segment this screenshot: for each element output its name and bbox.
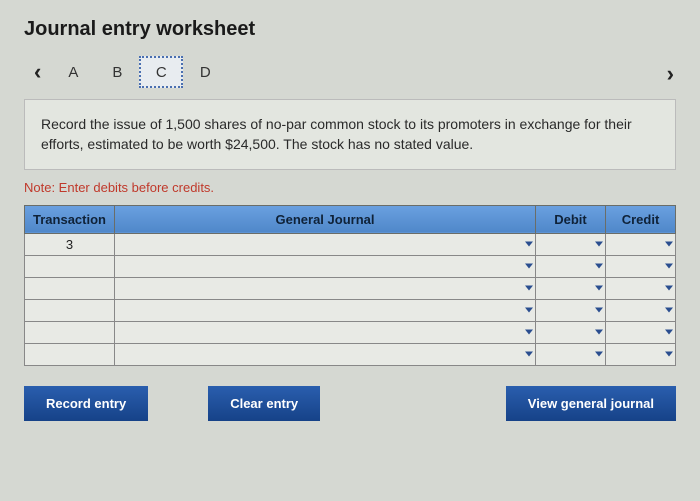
cell-debit[interactable] bbox=[536, 343, 606, 365]
clear-entry-button[interactable]: Clear entry bbox=[208, 386, 320, 421]
cell-debit[interactable] bbox=[536, 299, 606, 321]
tabs-row: ‹ A B C D › bbox=[24, 55, 676, 89]
cell-debit[interactable] bbox=[536, 255, 606, 277]
cell-gj[interactable] bbox=[115, 255, 536, 277]
cell-gj[interactable] bbox=[115, 321, 536, 343]
tab-c[interactable]: C bbox=[139, 56, 183, 88]
cell-credit[interactable] bbox=[606, 321, 676, 343]
table-row bbox=[25, 277, 676, 299]
tab-a[interactable]: A bbox=[51, 56, 95, 88]
col-header-credit: Credit bbox=[606, 205, 676, 233]
table-row bbox=[25, 321, 676, 343]
note-text: Note: Enter debits before credits. bbox=[24, 180, 676, 195]
cell-gj[interactable] bbox=[115, 343, 536, 365]
chevron-left-icon[interactable]: ‹ bbox=[24, 55, 51, 89]
tab-d[interactable]: D bbox=[183, 56, 227, 88]
cell-transaction[interactable] bbox=[25, 343, 115, 365]
record-entry-button[interactable]: Record entry bbox=[24, 386, 148, 421]
cell-debit[interactable] bbox=[536, 277, 606, 299]
table-row: 3 bbox=[25, 233, 676, 255]
table-row bbox=[25, 299, 676, 321]
journal-table: Transaction General Journal Debit Credit… bbox=[24, 205, 676, 366]
instruction-text: Record the issue of 1,500 shares of no-p… bbox=[24, 99, 676, 170]
button-row: Record entry Clear entry View general jo… bbox=[24, 386, 676, 421]
cell-credit[interactable] bbox=[606, 277, 676, 299]
cell-gj[interactable] bbox=[115, 277, 536, 299]
cell-debit[interactable] bbox=[536, 233, 606, 255]
cell-credit[interactable] bbox=[606, 233, 676, 255]
cell-debit[interactable] bbox=[536, 321, 606, 343]
cell-transaction[interactable] bbox=[25, 321, 115, 343]
col-header-debit: Debit bbox=[536, 205, 606, 233]
cell-gj[interactable] bbox=[115, 233, 536, 255]
col-header-gj: General Journal bbox=[115, 205, 536, 233]
page-title: Journal entry worksheet bbox=[24, 18, 676, 41]
cell-credit[interactable] bbox=[606, 343, 676, 365]
cell-credit[interactable] bbox=[606, 299, 676, 321]
table-row bbox=[25, 343, 676, 365]
cell-transaction[interactable] bbox=[25, 299, 115, 321]
col-header-transaction: Transaction bbox=[25, 205, 115, 233]
tab-b[interactable]: B bbox=[95, 56, 139, 88]
cell-transaction[interactable] bbox=[25, 277, 115, 299]
cell-transaction[interactable]: 3 bbox=[25, 233, 115, 255]
cell-credit[interactable] bbox=[606, 255, 676, 277]
cell-gj[interactable] bbox=[115, 299, 536, 321]
cell-transaction[interactable] bbox=[25, 255, 115, 277]
table-row bbox=[25, 255, 676, 277]
view-general-journal-button[interactable]: View general journal bbox=[506, 386, 676, 421]
chevron-right-icon[interactable]: › bbox=[657, 57, 684, 91]
